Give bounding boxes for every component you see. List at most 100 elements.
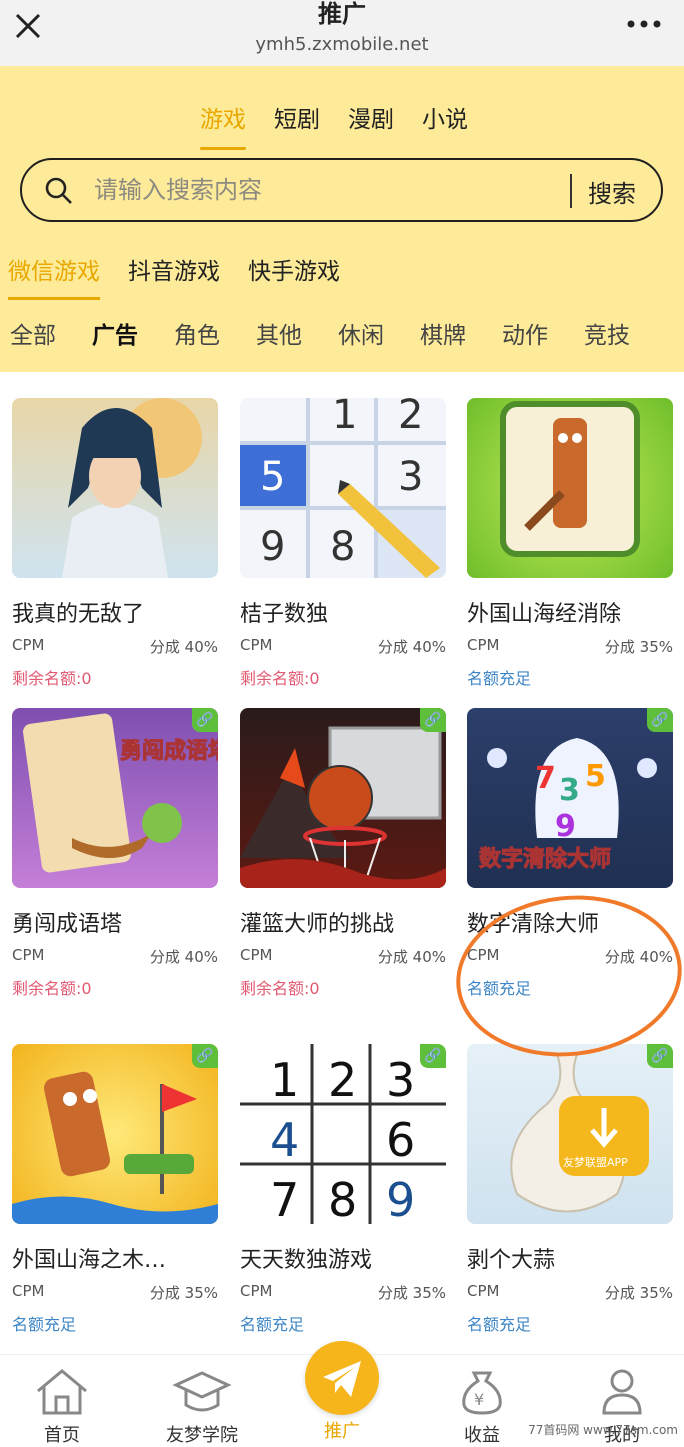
svg-text:9: 9: [260, 524, 285, 570]
svg-text:9: 9: [386, 1173, 415, 1224]
nav-academy[interactable]: 友梦学院: [142, 1365, 262, 1447]
game-grid: 我真的无敌了 CPM 分成 40% 剩余名额:0 12 53 98 桔子数独 CP…: [0, 372, 684, 1354]
page-url: ymh5.zxmobile.net: [255, 34, 429, 55]
game-model: CPM: [467, 1282, 500, 1300]
game-thumbnail: 勇闯成语塔 🔗: [12, 708, 218, 888]
game-thumbnail: [12, 398, 218, 578]
svg-text:3: 3: [386, 1053, 415, 1107]
category-all[interactable]: 全部: [10, 316, 56, 350]
tab-short-drama[interactable]: 短剧: [274, 100, 320, 146]
game-share: 分成 35%: [604, 1284, 673, 1302]
link-icon: 🔗: [647, 1044, 673, 1068]
game-card[interactable]: 外国山海经消除 CPM 分成 35% 名额充足: [467, 398, 673, 689]
game-share: 分成 40%: [377, 948, 446, 966]
game-name: 灌篮大师的挑战: [240, 912, 395, 937]
svg-text:6: 6: [386, 1113, 415, 1167]
category-other[interactable]: 其他: [256, 316, 302, 350]
game-model: CPM: [12, 946, 45, 964]
category-ads[interactable]: 广告: [92, 316, 138, 350]
tab-comic-drama[interactable]: 漫剧: [348, 100, 394, 146]
game-name: 天天数独游戏: [240, 1248, 373, 1273]
platform-tabs: 微信游戏 抖音游戏 快手游戏: [8, 252, 340, 300]
search-divider: [570, 174, 572, 208]
svg-text:7: 7: [535, 761, 556, 796]
game-model: CPM: [240, 1282, 273, 1300]
game-art-title: 友梦联盟APP: [563, 1155, 628, 1169]
home-icon: [37, 1369, 87, 1415]
svg-text:1: 1: [270, 1053, 299, 1107]
game-quota: 名额充足: [12, 1315, 77, 1334]
game-quota: 名额充足: [467, 669, 532, 688]
bottom-nav: 首页 友梦学院 推广 ¥ 收益 我的 77首码网 www.77sm.com: [0, 1341, 684, 1447]
game-card[interactable]: 友梦联盟APP 🔗 剥个大蒜 CPM 分成 35% 名额充足: [467, 1044, 673, 1335]
category-role[interactable]: 角色: [174, 316, 220, 350]
game-card[interactable]: 勇闯成语塔 🔗 勇闯成语塔 CPM 分成 40% 剩余名额:0: [12, 708, 218, 999]
category-casual[interactable]: 休闲: [338, 316, 384, 350]
game-model: CPM: [240, 636, 273, 654]
page-title: 推广: [318, 0, 366, 28]
game-name: 外国山海之木…: [12, 1248, 167, 1273]
game-share: 分成 40%: [149, 948, 218, 966]
nav-promote[interactable]: 推广: [282, 1417, 402, 1443]
search-input[interactable]: [94, 170, 564, 210]
svg-text:5: 5: [585, 759, 606, 794]
game-name: 我真的无敌了: [12, 602, 145, 627]
search-button[interactable]: 搜索: [588, 174, 636, 209]
nav-earnings[interactable]: ¥ 收益: [422, 1365, 542, 1447]
game-card[interactable]: 🔗 灌篮大师的挑战 CPM 分成 40% 剩余名额:0: [240, 708, 446, 999]
game-name: 桔子数独: [240, 602, 329, 627]
game-art-title: 勇闯成语塔: [120, 739, 218, 764]
game-quota: 剩余名额:0: [240, 979, 320, 998]
nav-label: 首页: [44, 1425, 80, 1446]
game-card[interactable]: 我真的无敌了 CPM 分成 40% 剩余名额:0: [12, 398, 218, 689]
link-icon: 🔗: [192, 708, 218, 732]
game-share: 分成 40%: [149, 638, 218, 656]
tab-douyin-games[interactable]: 抖音游戏: [128, 252, 220, 300]
tab-kuaishou-games[interactable]: 快手游戏: [248, 252, 340, 300]
game-quota: 名额充足: [467, 1315, 532, 1334]
game-quota: 名额充足: [240, 1315, 305, 1334]
link-icon: 🔗: [420, 708, 446, 732]
game-share: 分成 40%: [377, 638, 446, 656]
svg-text:2: 2: [398, 398, 423, 438]
nav-home[interactable]: 首页: [2, 1365, 122, 1447]
svg-text:3: 3: [559, 773, 580, 808]
tab-wechat-games[interactable]: 微信游戏: [8, 252, 100, 300]
nav-label: 收益: [464, 1425, 500, 1446]
game-art-title: 数字清除大师: [479, 846, 611, 872]
game-model: CPM: [12, 636, 45, 654]
content-tabs: 游戏 短剧 漫剧 小说: [200, 100, 468, 150]
tab-games[interactable]: 游戏: [200, 100, 246, 150]
game-thumbnail: 123 4 6 789 🔗: [240, 1044, 446, 1224]
game-thumbnail: 1 2 5 3 98: [240, 398, 446, 578]
game-model: CPM: [12, 1282, 45, 1300]
category-board[interactable]: 棋牌: [420, 316, 466, 350]
game-quota: 剩余名额:0: [12, 979, 92, 998]
svg-text:8: 8: [328, 1173, 357, 1224]
game-thumbnail: 🔗: [240, 708, 446, 888]
game-model: CPM: [240, 946, 273, 964]
game-card[interactable]: 123 4 6 789 🔗 天天数独游戏 CPM 分成 35% 名额充足: [240, 1044, 446, 1335]
category-action[interactable]: 动作: [502, 316, 548, 350]
game-card[interactable]: 1 2 5 3 98 桔子数独 CPM 分成 40% 剩余名额:0: [240, 398, 446, 689]
nav-promote-button[interactable]: [305, 1341, 379, 1415]
search-icon: [45, 177, 72, 204]
game-quota: 剩余名额:0: [240, 669, 320, 688]
game-share: 分成 35%: [604, 638, 673, 656]
category-competitive[interactable]: 竞技: [584, 316, 630, 350]
game-card[interactable]: 🔗 外国山海之木… CPM 分成 35% 名额充足: [12, 1044, 218, 1335]
game-thumbnail: 友梦联盟APP 🔗: [467, 1044, 673, 1224]
svg-text:9: 9: [555, 809, 576, 844]
more-icon[interactable]: [626, 16, 662, 32]
svg-text:7: 7: [270, 1173, 299, 1224]
game-thumbnail: [467, 398, 673, 578]
top-bar: 推广 ymh5.zxmobile.net: [0, 0, 684, 66]
svg-text:1: 1: [332, 398, 357, 438]
game-model: CPM: [467, 636, 500, 654]
game-name: 勇闯成语塔: [12, 912, 123, 937]
category-filter: 全部 广告 角色 其他 休闲 棋牌 动作 竞技: [10, 316, 630, 350]
tab-novel[interactable]: 小说: [422, 100, 468, 146]
user-icon: [602, 1369, 642, 1415]
link-icon: 🔗: [647, 708, 673, 732]
svg-text:4: 4: [270, 1113, 299, 1167]
